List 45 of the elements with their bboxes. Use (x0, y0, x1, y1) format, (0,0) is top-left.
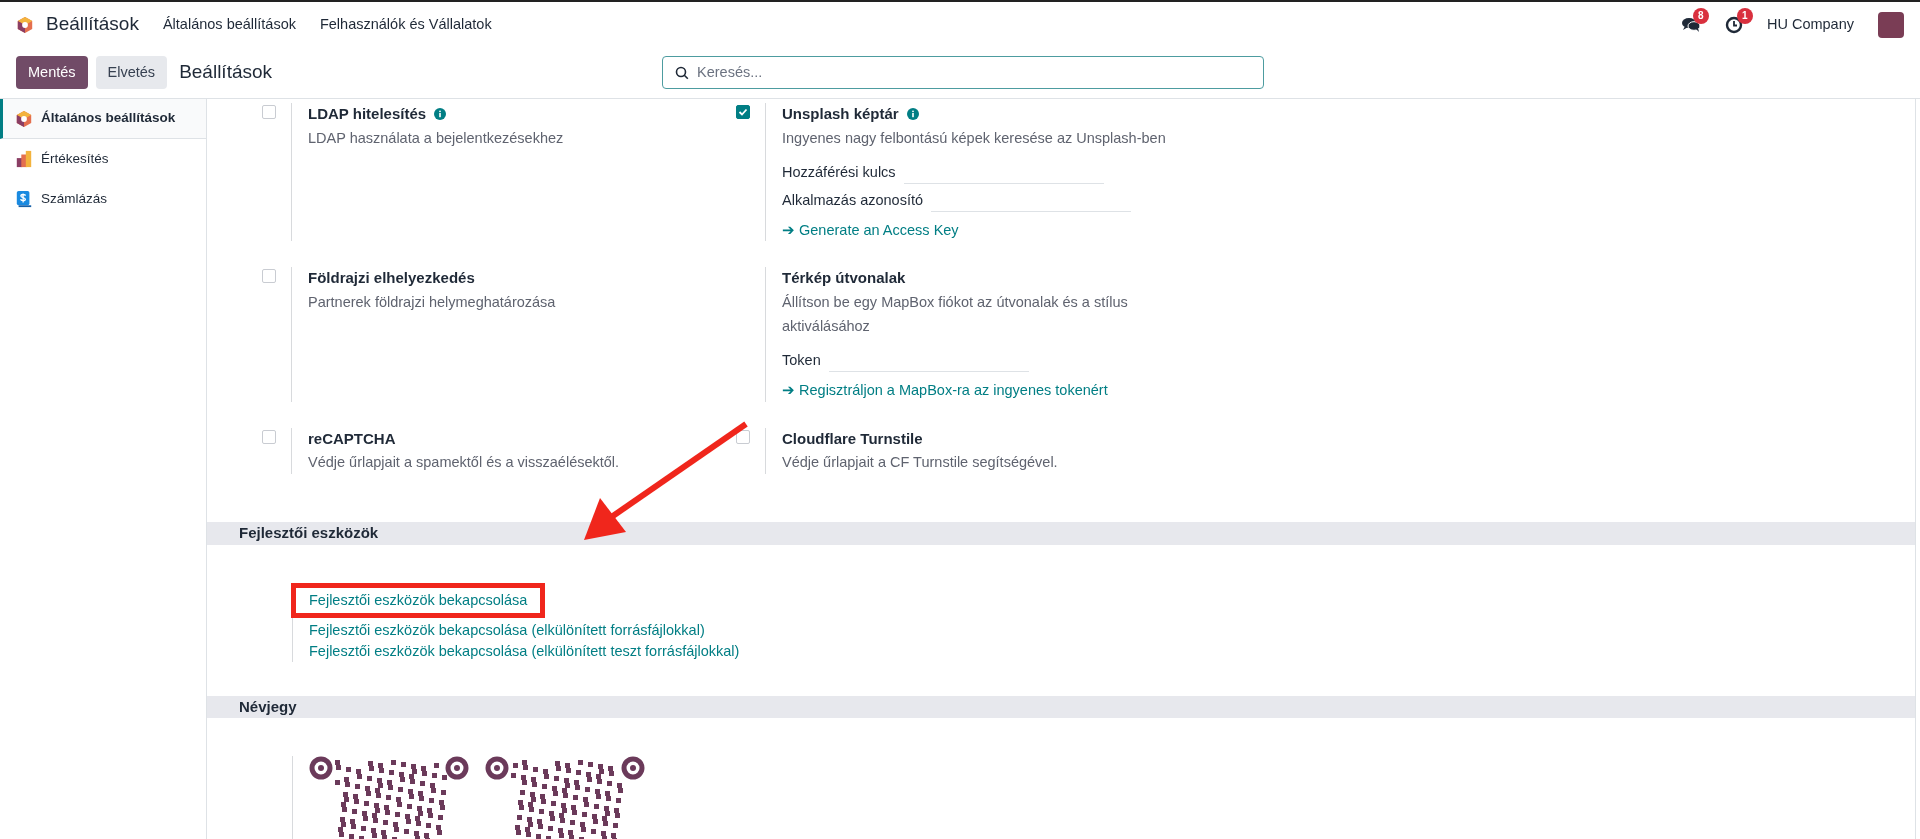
setting-title: LDAP hitelesítés (308, 104, 427, 124)
field-label: Hozzáférési kulcs (782, 162, 896, 182)
check-icon (738, 107, 748, 117)
sidebar-item[interactable]: Általános beállítások (0, 99, 206, 139)
hexagon-logo-icon (15, 109, 33, 128)
setting-description: Védje űrlapjait a CF Turnstile segítségével. (782, 453, 1059, 472)
clock-icon[interactable] (1724, 15, 1743, 34)
setting-description: LDAP használata a bejelentkezésekhez (308, 128, 565, 148)
setting-description: Védje űrlapjait a spamektől és a visszaélésektől. (308, 453, 621, 472)
setting-title: Földrajzi elhelyezkedés (308, 268, 475, 289)
developer-mode-link[interactable]: Fejlesztői eszközök bekapcsolása (elkülönített forrásfájlokkal) (309, 619, 762, 641)
hexagon-logo-icon (16, 15, 34, 34)
avatar[interactable] (1878, 11, 1904, 38)
arrow-link[interactable]: ➔ Regisztráljon a MapBox-ra az ingyenes tokenért (782, 379, 1182, 402)
setting-title: Cloudflare Turnstile (782, 428, 923, 449)
sidebar-item[interactable]: Számlázás (0, 179, 206, 219)
bar-chart-icon (15, 150, 33, 168)
count-badge: 8 (1692, 7, 1709, 24)
search-field[interactable]: Keresés... (662, 56, 1264, 89)
developer-mode-link[interactable]: Fejlesztői eszközök bekapcsolása (291, 582, 546, 618)
save-button[interactable]: Mentés (16, 56, 88, 89)
search-icon (675, 65, 689, 80)
developer-mode-link[interactable]: Fejlesztői eszközök bekapcsolása (elkülönített teszt forrásfájlokkal) (309, 640, 762, 662)
field-label: Token (782, 351, 821, 370)
setting-title: reCAPTCHA (308, 428, 396, 449)
setting-description: Ingyenes nagy felbontású képek keresése az Unsplash-ben (782, 128, 1167, 148)
setting-description: Állítson be egy MapBox fiókot az útvonalak és a stílus aktiválásához (782, 292, 1129, 336)
company-name[interactable]: HU Company (1766, 13, 1854, 36)
breadcrumb: Beállítások (179, 60, 273, 85)
search-input[interactable]: Keresés... (697, 61, 1251, 84)
sidebar-item[interactable]: Értékesítés (0, 139, 206, 179)
checkbox[interactable] (736, 105, 750, 119)
field-label: Alkalmazás azonosító (782, 190, 924, 210)
arrow-link[interactable]: ➔ Generate an Access Key (782, 219, 1182, 242)
setting-description: Partnerek földrajzi helymeghatározása (308, 292, 557, 312)
section-header: Névjegy (207, 695, 1915, 718)
setting-title: Unsplash képtár (782, 104, 899, 124)
app-title[interactable]: Beállítások (46, 10, 139, 39)
count-badge: 1 (1736, 7, 1753, 24)
menu-item[interactable]: Általános beállítások (162, 13, 296, 36)
setting-title: Térkép útvonalak (782, 268, 906, 289)
discard-button[interactable]: Elvetés (95, 56, 168, 89)
menu-item[interactable]: Felhasználók és Vállalatok (319, 13, 492, 36)
invoice-dollar-icon (15, 190, 33, 208)
section-header: Fejlesztői eszközök (207, 522, 1915, 545)
